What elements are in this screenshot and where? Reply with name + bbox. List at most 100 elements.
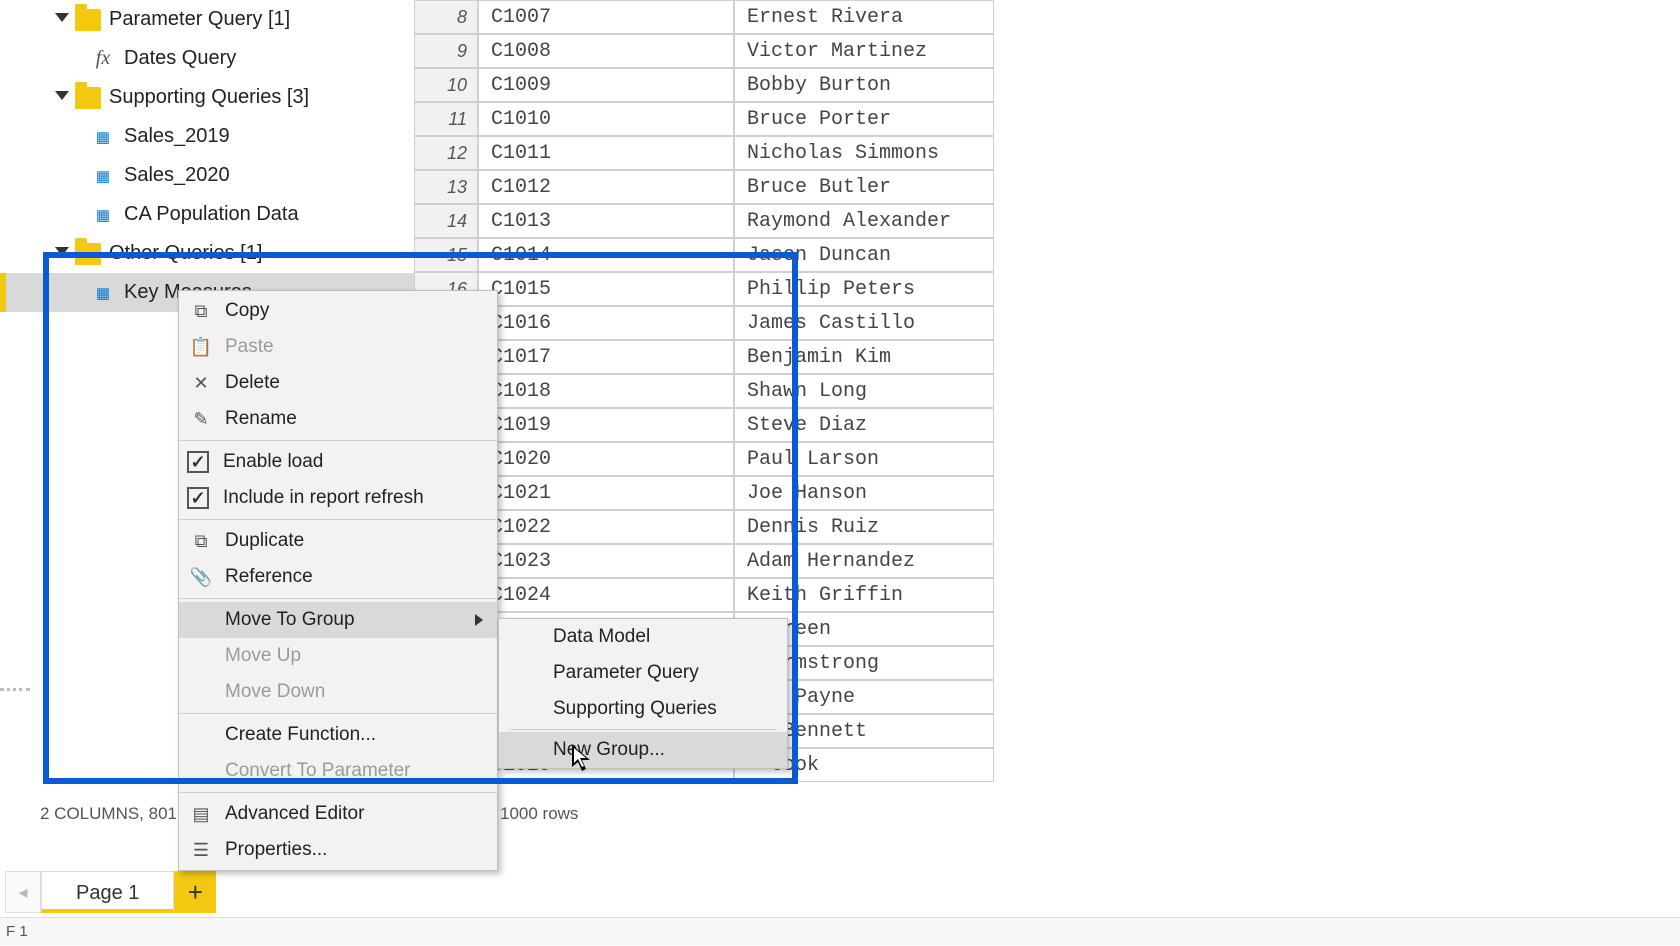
cell-code[interactable]: C1015 [478, 272, 734, 306]
cell-name[interactable]: Phillip Peters [734, 272, 994, 306]
menu-separator [179, 713, 497, 714]
cell-code[interactable]: C1011 [478, 136, 734, 170]
cell-code[interactable]: C1012 [478, 170, 734, 204]
status-text: 2 COLUMNS, 801 [40, 804, 177, 823]
table-row[interactable]: 25C1024Keith Griffin [414, 578, 994, 612]
ctx-duplicate[interactable]: ⧉ Duplicate [179, 523, 497, 559]
ctx-create-function[interactable]: Create Function... [179, 717, 497, 753]
query-ca-population[interactable]: ▦ CA Population Data [0, 195, 414, 234]
cell-code[interactable]: C1007 [478, 0, 734, 34]
ctx-reference[interactable]: 📎 Reference [179, 559, 497, 595]
cell-code[interactable]: C1014 [478, 238, 734, 272]
cell-name[interactable]: Bruce Butler [734, 170, 994, 204]
ctx-rename[interactable]: ✎ Rename [179, 401, 497, 437]
cell-code[interactable]: C1022 [478, 510, 734, 544]
table-row[interactable]: 23C1022Dennis Ruiz [414, 510, 994, 544]
table-row[interactable]: 16C1015Phillip Peters [414, 272, 994, 306]
cell-name[interactable]: Joe Hanson [734, 476, 994, 510]
ctx-label: Create Function... [225, 724, 376, 746]
menu-separator [179, 440, 497, 441]
ctx-label: Advanced Editor [225, 803, 364, 825]
cell-name[interactable]: Nicholas Simmons [734, 136, 994, 170]
chevron-down-icon[interactable] [55, 247, 69, 261]
tab-scroll-left[interactable]: ◂ [5, 871, 41, 913]
splitter-handle[interactable] [0, 688, 30, 698]
cell-name[interactable]: Victor Martinez [734, 34, 994, 68]
ctx-delete[interactable]: ✕ Delete [179, 365, 497, 401]
query-sales-2020[interactable]: ▦ Sales_2020 [0, 156, 414, 195]
footer-text: F 1 [6, 923, 28, 940]
folder-other-queries[interactable]: Other Queries [1] [0, 234, 414, 273]
query-label: Sales_2019 [124, 125, 230, 148]
table-row[interactable]: 10C1009Bobby Burton [414, 68, 994, 102]
page-tabs: ◂ Page 1 + [5, 871, 216, 913]
cell-name[interactable]: Jason Duncan [734, 238, 994, 272]
cell-name[interactable]: Adam Hernandez [734, 544, 994, 578]
cell-code[interactable]: C1024 [478, 578, 734, 612]
page-tab-1[interactable]: Page 1 [41, 871, 174, 913]
ctx-include-refresh[interactable]: ✓ Include in report refresh [179, 480, 497, 516]
ctx-move-up: Move Up [179, 638, 497, 674]
cell-code[interactable]: C1017 [478, 340, 734, 374]
submenu-new-group[interactable]: New Group... [499, 732, 787, 768]
editor-icon: ▤ [187, 800, 215, 828]
cell-code[interactable]: C1008 [478, 34, 734, 68]
row-number: 8 [414, 0, 478, 34]
table-row[interactable]: 15C1014Jason Duncan [414, 238, 994, 272]
ctx-advanced-editor[interactable]: ▤ Advanced Editor [179, 796, 497, 832]
table-row[interactable]: 12C1011Nicholas Simmons [414, 136, 994, 170]
ctx-move-to-group[interactable]: Move To Group [179, 602, 497, 638]
cell-name[interactable]: Ernest Rivera [734, 0, 994, 34]
cell-name[interactable]: Bruce Porter [734, 102, 994, 136]
submenu-supporting-queries[interactable]: Supporting Queries [499, 691, 787, 727]
cell-code[interactable]: C1016 [478, 306, 734, 340]
table-row[interactable]: 20C1019Steve Diaz [414, 408, 994, 442]
chevron-down-icon[interactable] [55, 91, 69, 105]
cell-name[interactable]: James Castillo [734, 306, 994, 340]
add-page-button[interactable]: + [174, 871, 216, 913]
cell-name[interactable]: Raymond Alexander [734, 204, 994, 238]
cell-code[interactable]: C1021 [478, 476, 734, 510]
cell-name[interactable]: Shawn Long [734, 374, 994, 408]
table-row[interactable]: 11C1010Bruce Porter [414, 102, 994, 136]
cell-code[interactable]: C1018 [478, 374, 734, 408]
delete-icon: ✕ [187, 369, 215, 397]
cell-code[interactable]: C1009 [478, 68, 734, 102]
cell-code[interactable]: C1010 [478, 102, 734, 136]
cell-name[interactable]: Keith Griffin [734, 578, 994, 612]
table-row[interactable]: 17C1016James Castillo [414, 306, 994, 340]
cell-name[interactable]: Paul Larson [734, 442, 994, 476]
chevron-down-icon[interactable] [55, 13, 69, 27]
cell-name[interactable]: Dennis Ruiz [734, 510, 994, 544]
table-row[interactable]: 19C1018Shawn Long [414, 374, 994, 408]
folder-icon [75, 9, 101, 31]
cell-code[interactable]: C1023 [478, 544, 734, 578]
query-dates[interactable]: fx Dates Query [0, 39, 414, 78]
ctx-copy[interactable]: ⧉ Copy [179, 293, 497, 329]
table-row[interactable]: 9C1008Victor Martinez [414, 34, 994, 68]
table-row[interactable]: 24C1023Adam Hernandez [414, 544, 994, 578]
cell-code[interactable]: C1019 [478, 408, 734, 442]
table-row[interactable]: 18C1017Benjamin Kim [414, 340, 994, 374]
table-row[interactable]: 21C1020Paul Larson [414, 442, 994, 476]
cell-name[interactable]: Bobby Burton [734, 68, 994, 102]
folder-supporting-queries[interactable]: Supporting Queries [3] [0, 78, 414, 117]
move-to-group-submenu: Data Model Parameter Query Supporting Qu… [498, 618, 788, 769]
folder-parameter-query[interactable]: Parameter Query [1] [0, 0, 414, 39]
cell-code[interactable]: C1013 [478, 204, 734, 238]
footer-strip: F 1 [0, 917, 1680, 945]
ctx-properties[interactable]: ☰ Properties... [179, 832, 497, 868]
row-number: 14 [414, 204, 478, 238]
query-sales-2019[interactable]: ▦ Sales_2019 [0, 117, 414, 156]
cell-name[interactable]: Steve Diaz [734, 408, 994, 442]
submenu-data-model[interactable]: Data Model [499, 619, 787, 655]
table-row[interactable]: 8C1007Ernest Rivera [414, 0, 994, 34]
table-row[interactable]: 14C1013Raymond Alexander [414, 204, 994, 238]
cell-code[interactable]: C1020 [478, 442, 734, 476]
table-row[interactable]: 13C1012Bruce Butler [414, 170, 994, 204]
table-row[interactable]: 22C1021Joe Hanson [414, 476, 994, 510]
ctx-enable-load[interactable]: ✓ Enable load [179, 444, 497, 480]
ctx-label: Convert To Parameter [225, 760, 411, 782]
submenu-parameter-query[interactable]: Parameter Query [499, 655, 787, 691]
cell-name[interactable]: Benjamin Kim [734, 340, 994, 374]
